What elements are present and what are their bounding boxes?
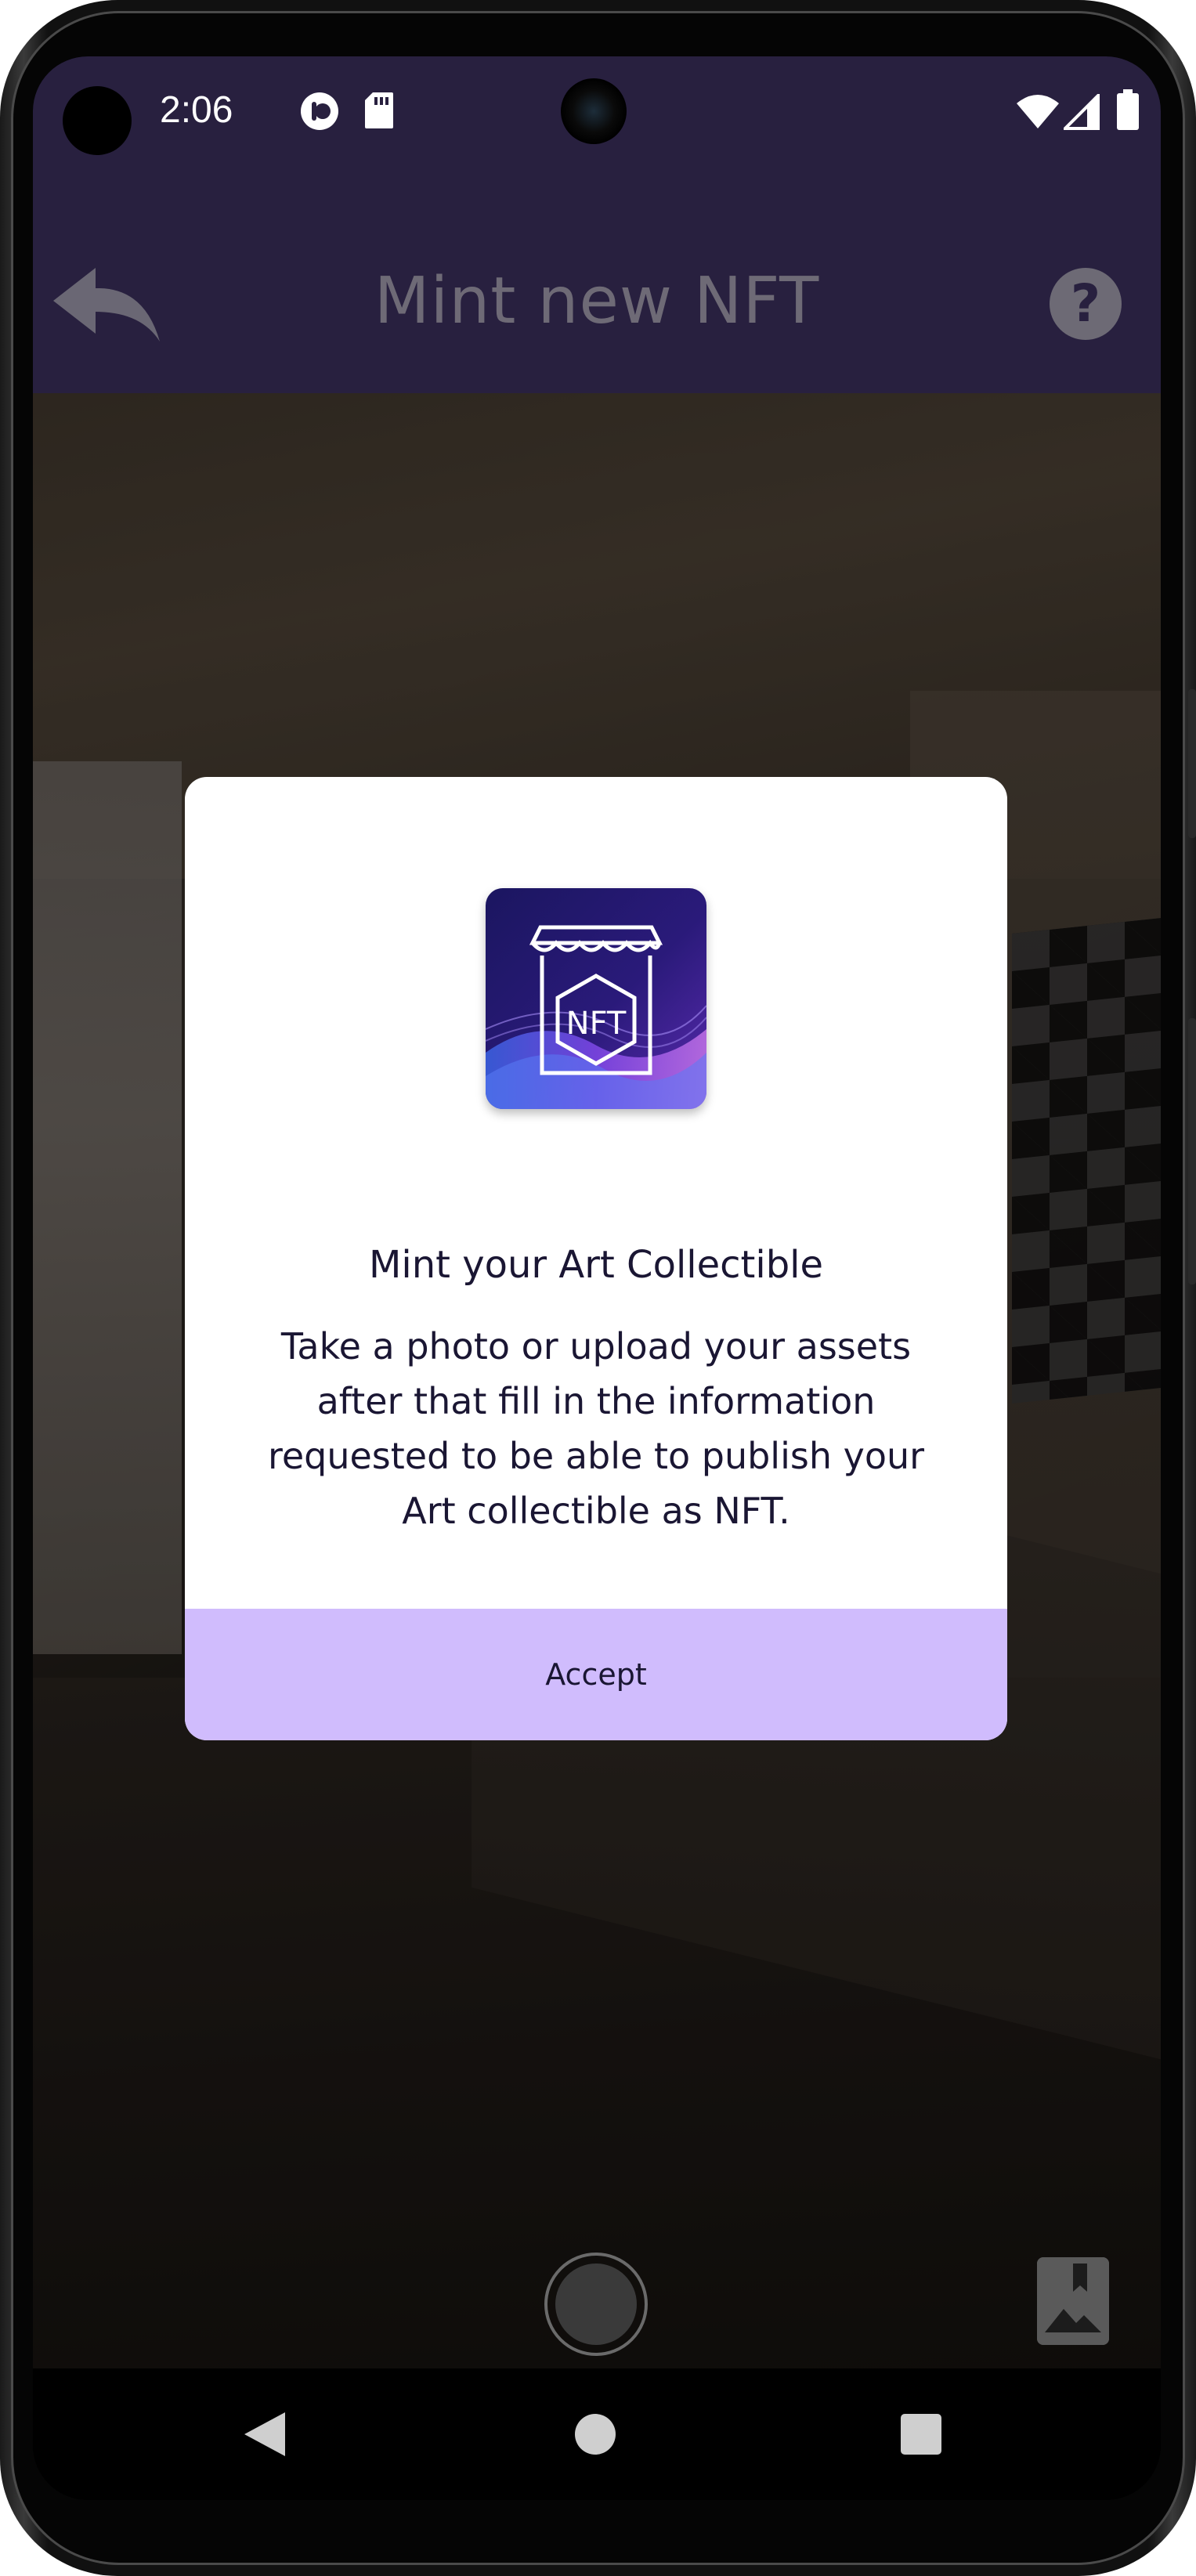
dialog-title: Mint your Art Collectible <box>368 1243 824 1287</box>
nav-recents-icon[interactable] <box>901 2414 941 2455</box>
camera-cutout-left <box>63 86 132 155</box>
shutter-icon[interactable] <box>544 2253 648 2356</box>
status-time: 2:06 <box>160 89 233 131</box>
front-camera <box>561 78 627 144</box>
signal-icon <box>1061 92 1100 134</box>
screen: 2:06 Mint new NFT ? NFT Mint your Art Co… <box>33 56 1161 2500</box>
notification-dot-icon <box>299 91 340 135</box>
sd-card-icon <box>363 91 395 134</box>
help-icon[interactable]: ? <box>1050 268 1122 340</box>
battery-icon <box>1117 89 1139 134</box>
app-bar: Mint new NFT ? <box>33 164 1161 393</box>
device-frame: 2:06 Mint new NFT ? NFT Mint your Art Co… <box>0 0 1196 2576</box>
svg-text:NFT: NFT <box>566 1006 627 1042</box>
dialog-body: Take a photo or upload your assets after… <box>267 1325 925 1532</box>
power-button <box>1188 1018 1196 1284</box>
nft-market-logo: NFT <box>486 888 706 1109</box>
volume-button <box>1188 689 1196 838</box>
status-bar: 2:06 <box>33 56 1161 164</box>
accept-button[interactable]: Accept <box>185 1609 1007 1740</box>
system-nav-bar <box>33 2368 1161 2500</box>
nav-back-icon[interactable] <box>243 2411 287 2462</box>
wifi-icon <box>1015 94 1061 134</box>
intro-dialog: NFT Mint your Art Collectible Take a pho… <box>185 777 1007 1740</box>
page-title: Mint new NFT <box>374 264 820 338</box>
gallery-icon[interactable] <box>1037 2257 1109 2345</box>
nav-home-icon[interactable] <box>575 2414 616 2455</box>
